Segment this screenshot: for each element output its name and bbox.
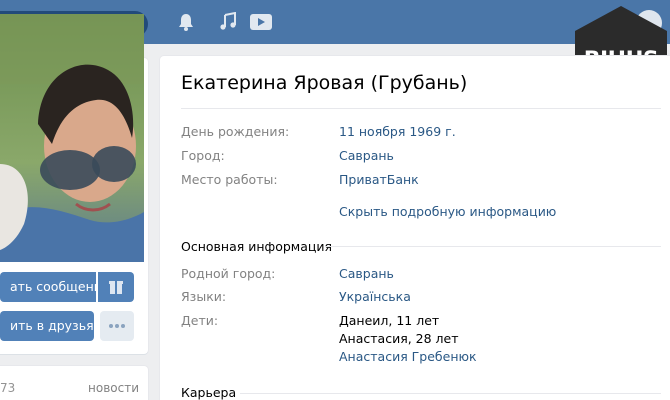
birthday-value[interactable]: 11 ноября 1969 г.: [339, 124, 456, 139]
more-dots-icon: [109, 324, 125, 328]
more-actions-button[interactable]: [100, 311, 134, 341]
add-friend-button[interactable]: ить в друзья: [0, 311, 94, 341]
workplace-value[interactable]: ПриватБанк: [339, 172, 419, 187]
city-value[interactable]: Саврань: [339, 148, 394, 163]
basic-info-heading: Основная информация: [181, 239, 333, 254]
languages-label: Языки:: [181, 289, 227, 304]
child-3-link[interactable]: Анастасия Гребенюк: [339, 349, 477, 364]
music-note-icon[interactable]: [218, 12, 238, 32]
bell-icon[interactable]: [176, 12, 196, 32]
gift-icon: [109, 281, 123, 294]
city-label: Город:: [181, 148, 225, 163]
profile-photo[interactable]: [0, 14, 144, 262]
stats-count: 73: [0, 381, 16, 395]
divider: [181, 108, 661, 109]
hometown-label: Родной город:: [181, 266, 276, 281]
profile-name: Екатерина Яровая (Грубань): [181, 72, 468, 94]
gift-button[interactable]: [98, 272, 134, 302]
news-link[interactable]: новости: [88, 381, 139, 395]
child-1: Данеил, 11 лет: [339, 313, 440, 328]
languages-value[interactable]: Українська: [339, 289, 411, 304]
child-2: Анастасия, 28 лет: [339, 331, 459, 346]
section-divider: [240, 393, 661, 394]
hide-details-link[interactable]: Скрыть подробную информацию: [339, 204, 556, 219]
children-label: Дети:: [181, 313, 219, 328]
workplace-label: Место работы:: [181, 172, 278, 187]
career-heading: Карьера: [181, 385, 237, 400]
birthday-label: День рождения:: [181, 124, 290, 139]
hometown-value[interactable]: Саврань: [339, 266, 394, 281]
section-divider: [325, 246, 661, 247]
video-play-icon[interactable]: [249, 12, 273, 32]
send-message-button[interactable]: ать сообщение: [0, 272, 96, 302]
